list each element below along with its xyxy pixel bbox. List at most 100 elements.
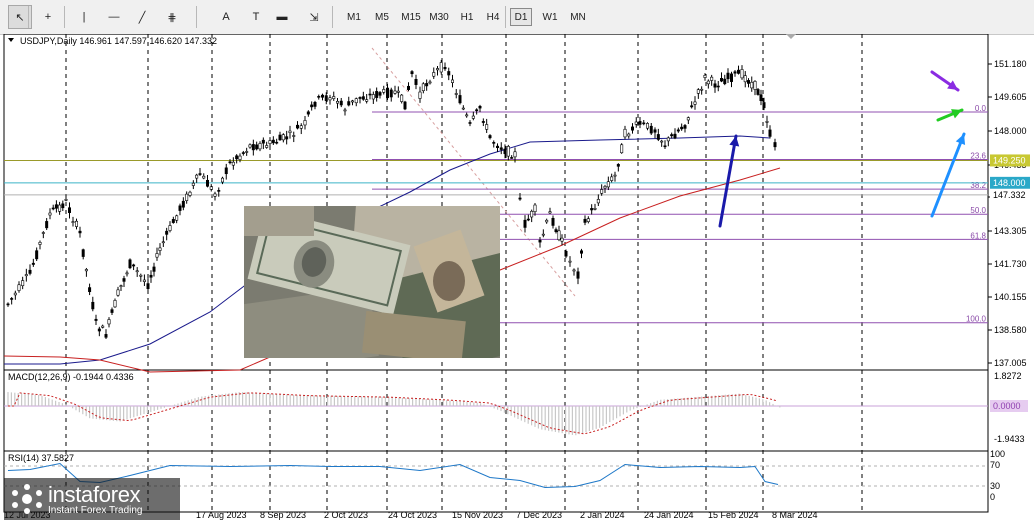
candle-body	[703, 74, 707, 78]
candle-body	[450, 79, 454, 83]
candle-body	[271, 139, 275, 144]
crosshair-icon[interactable]: +	[36, 5, 60, 29]
price-tag-148-text: 148.000	[993, 178, 1026, 188]
text-box-icon[interactable]: T	[244, 5, 268, 29]
candle-body	[28, 269, 32, 274]
candle-body	[251, 144, 255, 151]
candle-body	[281, 134, 285, 141]
candle-body	[425, 83, 429, 87]
candle-body	[729, 73, 733, 82]
candle-body	[686, 117, 690, 121]
candle-body	[71, 221, 75, 223]
candle-body	[45, 221, 49, 229]
candle-body	[759, 94, 763, 102]
candle-body	[579, 250, 583, 254]
fibonacci-icon[interactable]: ⋕	[160, 5, 184, 29]
candle-body	[666, 137, 670, 142]
candle-body	[719, 78, 723, 82]
timeframe-h1[interactable]: H1	[456, 8, 478, 26]
candle-body	[630, 126, 634, 131]
candle-body	[443, 66, 447, 70]
horizontal-line-icon[interactable]: —	[102, 5, 126, 29]
timeframe-m5[interactable]: M5	[370, 8, 394, 26]
candle-body	[209, 186, 213, 190]
fib-level-label: 100.0	[966, 315, 987, 324]
blue-arrow-icon	[930, 132, 966, 218]
candle-body	[132, 264, 136, 267]
candle-body	[54, 204, 58, 209]
brand-tagline: Instant Forex Trading	[48, 505, 143, 516]
candle-body	[206, 179, 210, 187]
collapse-triangle-icon[interactable]	[8, 38, 14, 42]
date-axis-label: 2 Oct 2023	[324, 510, 368, 520]
candle-body	[347, 101, 351, 106]
rsi-scale-label: 30	[990, 481, 1000, 491]
chart-area[interactable]: 0.023.638.250.061.8100.0151.180149.60514…	[0, 34, 1034, 522]
candle-body	[568, 260, 572, 263]
date-axis-label: 24 Oct 2023	[388, 510, 437, 520]
macd-panel-frame	[3, 369, 989, 452]
candle-body	[627, 133, 631, 137]
timeframe-w1[interactable]: W1	[538, 8, 562, 26]
candle-body	[600, 189, 604, 194]
candle-body	[551, 217, 555, 226]
candle-body	[716, 85, 720, 88]
candle-body	[113, 300, 117, 308]
candle-body	[471, 115, 475, 119]
candle-body	[75, 220, 79, 227]
candle-body	[158, 247, 162, 251]
candle-body	[492, 142, 496, 144]
candle-body	[439, 62, 443, 73]
date-axis-label: 24 Jan 2024	[644, 510, 694, 520]
candle-body	[81, 249, 85, 257]
rectangle-label-icon[interactable]: ▬	[270, 5, 294, 29]
candle-body	[38, 242, 42, 245]
candle-body	[238, 155, 242, 160]
trendline-icon[interactable]: ╱	[130, 5, 154, 29]
timeframe-m15[interactable]: M15	[398, 8, 424, 26]
candle-body	[125, 272, 129, 275]
candle-body	[481, 121, 485, 123]
arrows-shapes-icon[interactable]: ⇲	[302, 5, 326, 29]
timeframe-d1[interactable]: D1	[510, 8, 532, 26]
candle-body	[382, 89, 386, 93]
candle-body	[700, 88, 704, 91]
candle-body	[328, 97, 332, 101]
fib-level-label: 0.0	[975, 104, 987, 113]
candle-body	[468, 122, 472, 124]
candle-body	[461, 107, 465, 110]
candle-body	[603, 186, 607, 189]
candle-body	[68, 207, 72, 213]
price-scale-label: 148.000	[994, 126, 1027, 136]
candle-body	[116, 289, 120, 296]
candle-body	[660, 140, 664, 143]
macd-scale-top: 1.8272	[994, 371, 1022, 381]
timeframe-m30[interactable]: M30	[426, 8, 452, 26]
candle-body	[241, 152, 245, 154]
candle-body	[303, 120, 307, 126]
text-label-icon[interactable]: A	[214, 5, 238, 29]
candle-body	[746, 80, 750, 84]
candle-body	[726, 72, 730, 80]
timeframe-h4[interactable]: H4	[482, 8, 504, 26]
candle-body	[773, 142, 777, 148]
candle-body	[610, 176, 614, 181]
timeframe-m1[interactable]: M1	[342, 8, 366, 26]
price-scale-label: 149.605	[994, 92, 1027, 102]
candle-body	[78, 230, 82, 234]
vertical-line-icon[interactable]: |	[72, 5, 96, 29]
candle-body	[181, 200, 185, 208]
candle-body	[526, 218, 530, 221]
date-axis-label: 7 Dec 2023	[516, 510, 562, 520]
timeframe-mn[interactable]: MN	[566, 8, 590, 26]
instaforex-logo-icon	[12, 484, 42, 514]
price-scale-label: 137.005	[994, 358, 1027, 368]
candle-body	[418, 91, 422, 99]
candle-body	[245, 151, 249, 153]
chart-shift-marker-icon[interactable]	[786, 34, 796, 39]
toolbar-separator	[196, 6, 197, 28]
candle-body	[122, 278, 126, 282]
candle-body	[278, 134, 282, 141]
candle-body	[586, 218, 590, 222]
candle-body	[475, 109, 479, 112]
